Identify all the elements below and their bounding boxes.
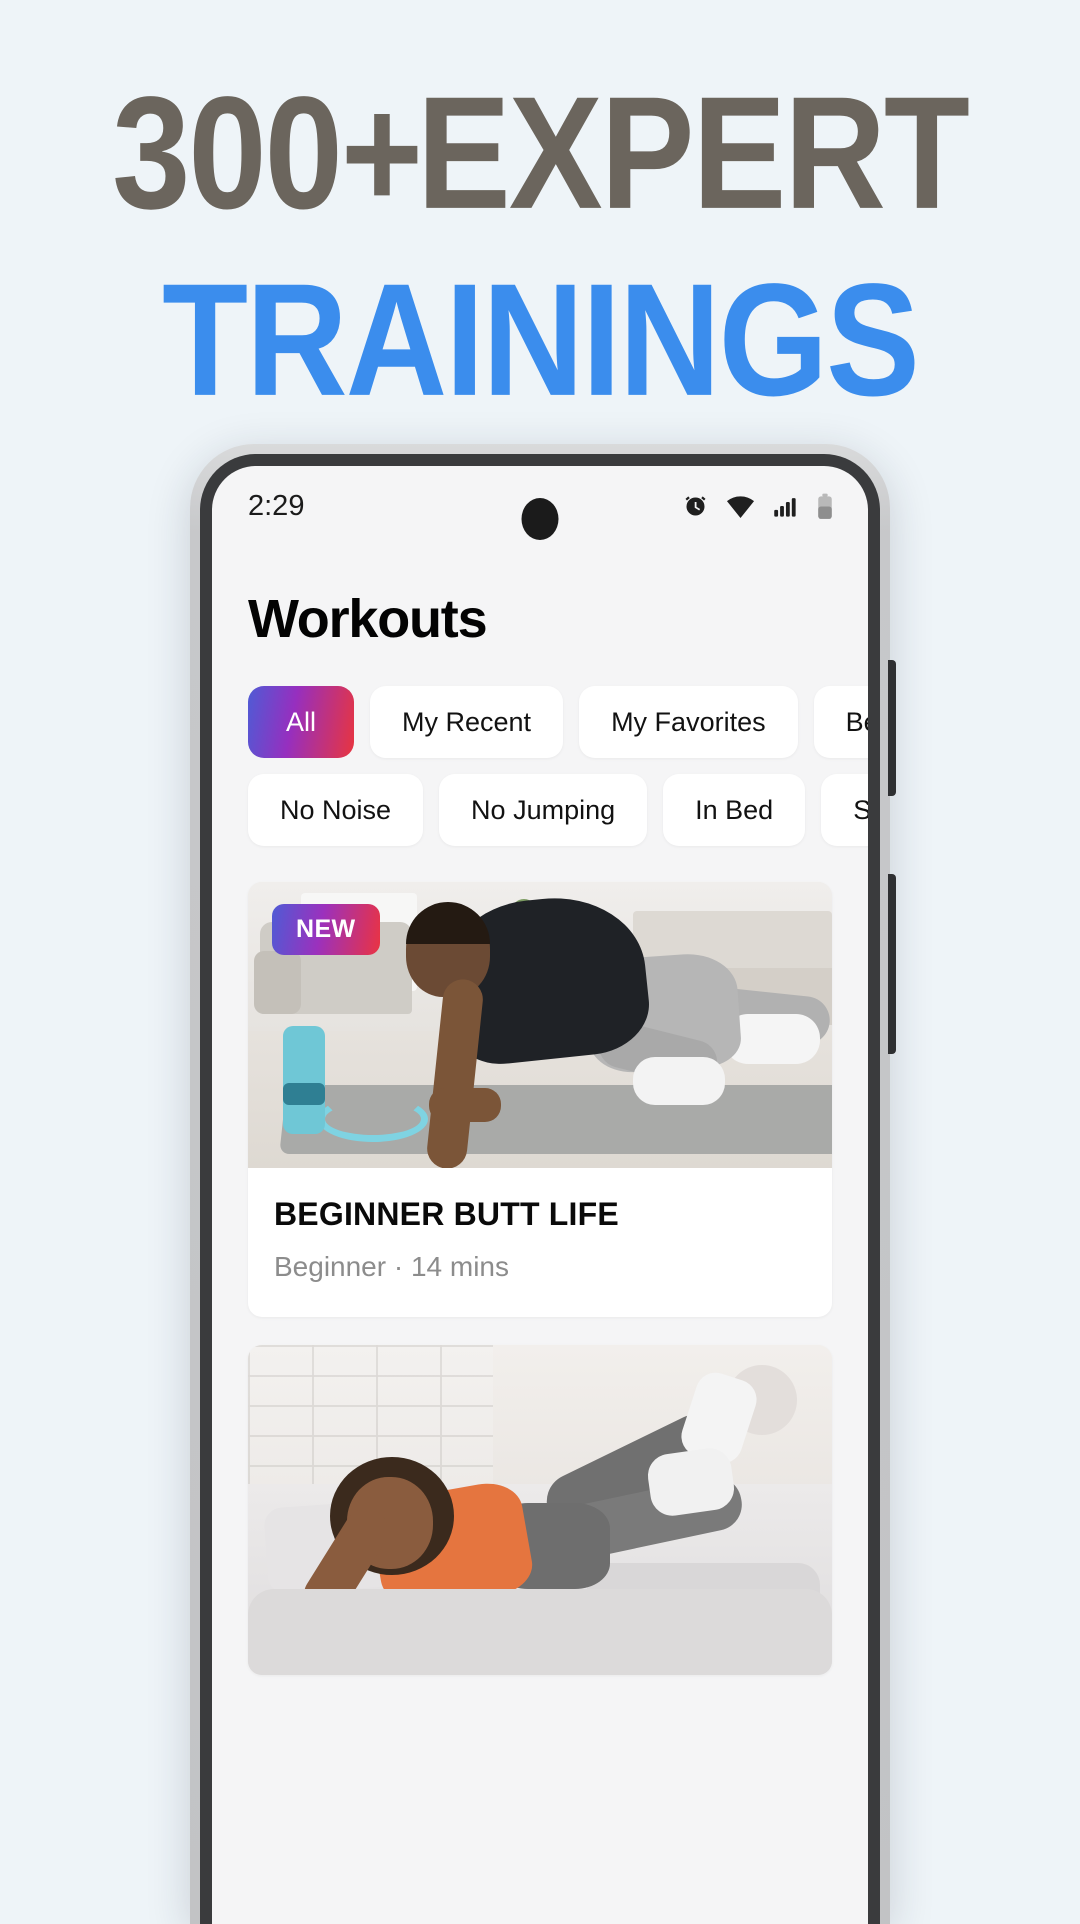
alarm-icon xyxy=(682,493,709,520)
workout-card[interactable]: NEW BEGINNER BUTT LIFE Beginner · 14 min… xyxy=(248,882,832,1317)
filter-chip-my-favorites[interactable]: My Favorites xyxy=(579,686,798,758)
filter-chip-all[interactable]: All xyxy=(248,686,355,758)
workout-card-title: BEGINNER BUTT LIFE xyxy=(274,1196,619,1232)
filter-chip-row-2: No Noise No Jumping In Bed Stretch xyxy=(248,774,868,846)
woman-doing-leg-raises-in-bed-photo xyxy=(248,1345,832,1675)
front-camera-punch-hole xyxy=(521,498,559,540)
promo-plus: + xyxy=(340,64,423,243)
phone-mockup: 2:29 Workouts All My Recent My Favorites… xyxy=(190,444,896,1924)
status-bar-icons xyxy=(682,493,834,520)
workout-card-meta: Beginner · 14 mins xyxy=(274,1251,510,1282)
workout-card-body: BEGINNER BUTT LIFE Beginner · 14 mins xyxy=(248,1168,832,1317)
filter-chip-beginner[interactable]: Beginner xyxy=(813,686,868,758)
filter-chip-row-1: All My Recent My Favorites Beginner xyxy=(248,686,868,758)
new-badge: NEW xyxy=(272,904,380,955)
battery-icon xyxy=(816,493,834,520)
promo-line-1: 300+EXPERT xyxy=(0,73,1080,233)
workout-card-photo: NEW xyxy=(248,882,832,1168)
phone-power-button[interactable] xyxy=(888,874,896,1054)
cellular-signal-icon xyxy=(772,493,799,520)
status-bar: 2:29 xyxy=(212,466,868,546)
wifi-icon xyxy=(726,493,755,520)
filter-chips: All My Recent My Favorites Beginner No N… xyxy=(212,686,868,846)
promo-word-expert: EXPERT xyxy=(416,64,970,243)
filter-chip-my-recent[interactable]: My Recent xyxy=(370,686,564,758)
promo-headline: 300+EXPERT TRAININGS xyxy=(0,0,1080,420)
filter-chip-stretch[interactable]: Stretch xyxy=(821,774,868,846)
workout-card[interactable] xyxy=(248,1345,832,1675)
workout-list: NEW BEGINNER BUTT LIFE Beginner · 14 min… xyxy=(212,882,868,1675)
filter-chip-in-bed[interactable]: In Bed xyxy=(663,774,806,846)
phone-volume-button[interactable] xyxy=(888,660,896,796)
promo-line-2: TRAININGS xyxy=(162,251,920,430)
promo-number: 300 xyxy=(112,64,343,243)
status-bar-clock: 2:29 xyxy=(248,489,305,522)
phone-screen: 2:29 Workouts All My Recent My Favorites… xyxy=(212,466,868,1924)
page-title: Workouts xyxy=(248,589,488,649)
filter-chip-no-jumping[interactable]: No Jumping xyxy=(439,774,648,846)
filter-chip-no-noise[interactable]: No Noise xyxy=(248,774,424,846)
workout-card-photo xyxy=(248,1345,832,1675)
